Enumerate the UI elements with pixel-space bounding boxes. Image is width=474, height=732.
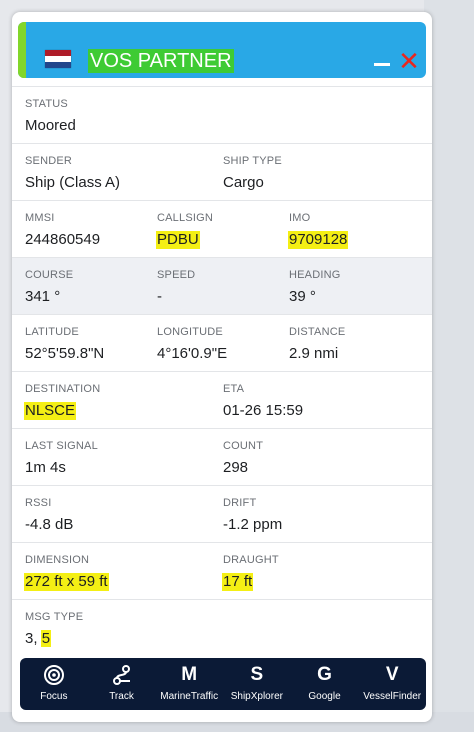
track-route-icon bbox=[112, 665, 130, 685]
row-status: STATUS Moored bbox=[12, 86, 432, 143]
action-toolbar: Focus Track M MarineTraffic S ShipXplore… bbox=[20, 658, 426, 710]
count-label: COUNT bbox=[223, 440, 264, 452]
panel-header: VOS PARTNER ✕ bbox=[18, 22, 426, 78]
row-dimension: DIMENSION 272 ft x 59 ft DRAUGHT 17 ft bbox=[12, 542, 432, 599]
vesselfinder-label: VesselFinder bbox=[363, 691, 422, 702]
vesselfinder-icon: V bbox=[385, 664, 399, 685]
draught-label: DRAUGHT bbox=[223, 554, 279, 566]
latitude-value: 52°5'59.8"N bbox=[25, 345, 105, 362]
track-label: Track bbox=[109, 691, 134, 702]
google-label: Google bbox=[308, 691, 341, 702]
draught-value: 17 ft bbox=[222, 573, 254, 591]
course-label: COURSE bbox=[25, 269, 74, 281]
course-value: 341 ° bbox=[25, 288, 61, 305]
msg-type-value-highlight: 5 bbox=[40, 630, 52, 647]
callsign-label: CALLSIGN bbox=[157, 212, 214, 224]
latitude-label: LATITUDE bbox=[25, 326, 79, 338]
netherlands-flag-icon bbox=[45, 50, 71, 68]
marinetraffic-icon: M bbox=[181, 664, 198, 685]
ship-type-value: Cargo bbox=[223, 174, 264, 191]
accent-stripe bbox=[18, 22, 26, 78]
sender-label: SENDER bbox=[25, 155, 73, 167]
focus-button[interactable]: Focus bbox=[20, 658, 88, 710]
target-icon bbox=[43, 665, 64, 685]
marinetraffic-label: MarineTraffic bbox=[160, 691, 219, 702]
drift-value: -1.2 ppm bbox=[223, 516, 283, 533]
row-rssi: RSSI -4.8 dB DRIFT -1.2 ppm bbox=[12, 485, 432, 542]
shipxplorer-button[interactable]: S ShipXplorer bbox=[223, 658, 291, 710]
longitude-label: LONGITUDE bbox=[157, 326, 223, 338]
google-icon: G bbox=[317, 664, 332, 685]
vessel-name: VOS PARTNER bbox=[88, 49, 234, 73]
rssi-label: RSSI bbox=[25, 497, 52, 509]
msg-type-value: 3, 5 bbox=[25, 630, 52, 648]
row-sender: SENDER Ship (Class A) SHIP TYPE Cargo bbox=[12, 143, 432, 200]
mmsi-label: MMSI bbox=[25, 212, 55, 224]
distance-label: DISTANCE bbox=[289, 326, 346, 338]
row-position: LATITUDE 52°5'59.8"N LONGITUDE 4°16'0.9"… bbox=[12, 314, 432, 371]
count-value: 298 bbox=[223, 459, 249, 476]
eta-value: 01-26 15:59 bbox=[223, 402, 304, 419]
longitude-value: 4°16'0.9"E bbox=[157, 345, 228, 362]
minimize-button[interactable] bbox=[374, 54, 392, 74]
sender-value: Ship (Class A) bbox=[25, 174, 121, 191]
mmsi-value: 244860549 bbox=[25, 231, 101, 248]
drift-label: DRIFT bbox=[223, 497, 257, 509]
ship-type-label: SHIP TYPE bbox=[223, 155, 282, 167]
vessel-info-panel: VOS PARTNER ✕ STATUS Moored SENDER Ship … bbox=[12, 12, 432, 722]
callsign-value: PDBU bbox=[156, 231, 200, 249]
shipxplorer-label: ShipXplorer bbox=[230, 691, 283, 702]
speed-label: SPEED bbox=[157, 269, 196, 281]
imo-label: IMO bbox=[289, 212, 311, 224]
row-identifiers: MMSI 244860549 CALLSIGN PDBU IMO 9709128 bbox=[12, 200, 432, 257]
row-destination: DESTINATION NLSCE ETA 01-26 15:59 bbox=[12, 371, 432, 428]
eta-label: ETA bbox=[223, 383, 245, 395]
last-signal-value: 1m 4s bbox=[25, 459, 66, 476]
focus-label: Focus bbox=[40, 691, 68, 702]
row-motion: COURSE 341 ° SPEED - HEADING 39 ° bbox=[12, 257, 432, 314]
dimension-label: DIMENSION bbox=[25, 554, 90, 566]
distance-value: 2.9 nmi bbox=[289, 345, 339, 362]
heading-value: 39 ° bbox=[289, 288, 316, 305]
destination-value: NLSCE bbox=[24, 402, 77, 420]
shipxplorer-icon: S bbox=[250, 664, 264, 685]
msg-type-value-prefix: 3, bbox=[25, 630, 42, 647]
destination-label: DESTINATION bbox=[25, 383, 101, 395]
dimension-value: 272 ft x 59 ft bbox=[24, 573, 109, 591]
rssi-value: -4.8 dB bbox=[25, 516, 74, 533]
track-button[interactable]: Track bbox=[88, 658, 156, 710]
marinetraffic-button[interactable]: M MarineTraffic bbox=[155, 658, 223, 710]
row-signal: LAST SIGNAL 1m 4s COUNT 298 bbox=[12, 428, 432, 485]
row-msg-type: MSG TYPE 3, 5 bbox=[12, 599, 432, 656]
status-label: STATUS bbox=[25, 98, 68, 110]
msg-type-label: MSG TYPE bbox=[25, 611, 84, 623]
status-value: Moored bbox=[25, 117, 76, 134]
vesselfinder-button[interactable]: V VesselFinder bbox=[358, 658, 426, 710]
heading-label: HEADING bbox=[289, 269, 341, 281]
google-button[interactable]: G Google bbox=[291, 658, 359, 710]
last-signal-label: LAST SIGNAL bbox=[25, 440, 98, 452]
close-button[interactable]: ✕ bbox=[398, 48, 420, 76]
speed-value: - bbox=[157, 288, 162, 305]
imo-value: 9709128 bbox=[288, 231, 349, 249]
